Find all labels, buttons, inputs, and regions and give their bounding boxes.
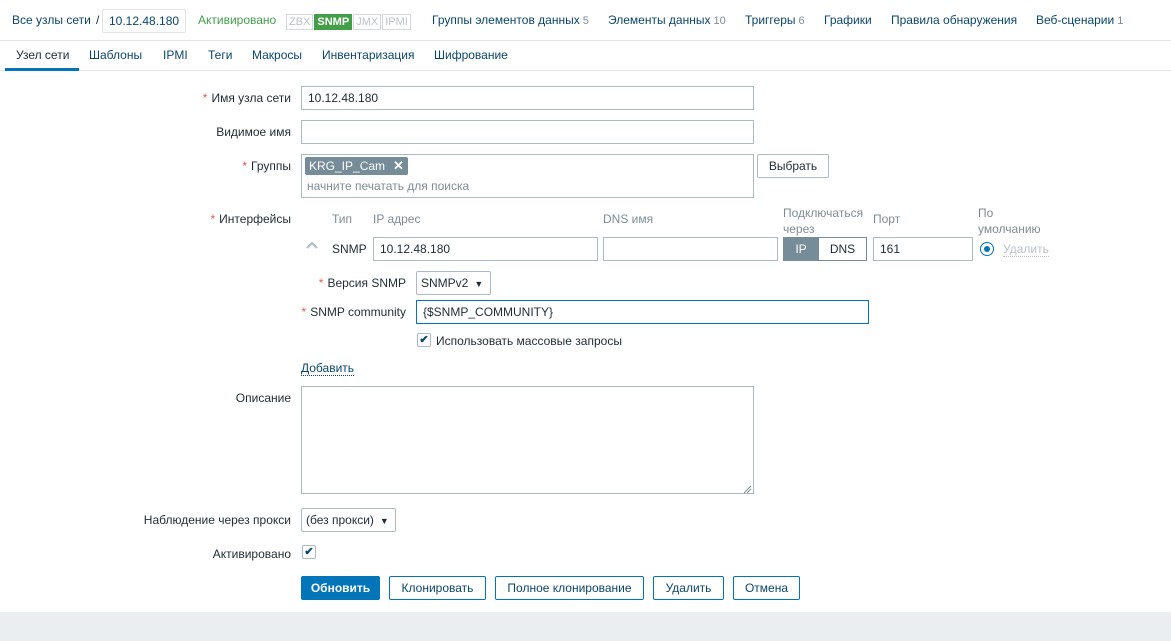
tab-inventory[interactable]: Инвентаризация: [322, 48, 414, 62]
full-clone-button[interactable]: Полное клонирование: [495, 576, 644, 600]
nav-triggers[interactable]: Триггеры 6: [745, 13, 805, 27]
chevron-down-icon: ▼: [474, 279, 484, 289]
ipmi-badge: IPMI: [382, 14, 411, 30]
nav-web-scenarios[interactable]: Веб-сценарии 1: [1036, 13, 1123, 27]
nav-item-groups-count: 5: [582, 15, 589, 27]
nav-item-groups-label: Группы элементов данных: [432, 13, 580, 27]
description-textarea[interactable]: [301, 386, 754, 494]
bulk-requests-label: Использовать массовые запросы: [436, 334, 622, 348]
iface-header-dns: DNS имя: [603, 212, 654, 226]
iface-header-port: Порт: [873, 212, 901, 226]
groups-label: * Группы: [242, 159, 291, 173]
proxy-select[interactable]: (без прокси) ▼: [301, 508, 396, 532]
nav-web-scenarios-label: Веб-сценарии: [1036, 13, 1115, 27]
host-name-input[interactable]: 10.12.48.180: [301, 86, 754, 110]
tab-host-label: Узел сети: [16, 48, 70, 62]
iface-dns-input[interactable]: [603, 237, 778, 261]
snmp-badge: SNMP: [314, 14, 353, 30]
nav-items-label: Элементы данных: [608, 13, 711, 27]
collapse-chevron-icon[interactable]: [305, 238, 319, 257]
add-interface-link[interactable]: Добавить: [301, 361, 355, 376]
groups-search-input[interactable]: начните печатать для поиска: [307, 179, 469, 193]
tab-host[interactable]: Узел сети: [5, 41, 79, 71]
bulk-requests-checkbox[interactable]: ✔: [417, 333, 431, 347]
zbx-badge: ZBX: [286, 14, 314, 30]
chevron-down-icon: ▼: [379, 516, 389, 526]
visible-name-label: Видимое имя: [216, 125, 291, 139]
cancel-button[interactable]: Отмена: [733, 576, 800, 600]
availability-badges: ZBX SNMP JMX IPMI: [286, 14, 412, 30]
iface-default-radio[interactable]: [980, 242, 994, 256]
snmp-version-label: * Версия SNMP: [318, 276, 406, 290]
update-button[interactable]: Обновить: [301, 576, 380, 600]
snmp-version-select[interactable]: SNMPv2 ▼: [416, 271, 491, 295]
iface-header-connect: Подключаться через: [783, 206, 864, 236]
nav-web-scenarios-count: 1: [1117, 15, 1124, 27]
group-tag: KRG_IP_Cam ✕: [305, 157, 408, 175]
nav-triggers-label: Триггеры: [745, 13, 796, 27]
enabled-checkbox[interactable]: ✔: [302, 545, 316, 559]
iface-port-input[interactable]: 161: [873, 237, 973, 261]
breadcrumb-current-host[interactable]: 10.12.48.180: [102, 9, 187, 33]
iface-header-default: По умолчанию: [978, 206, 1041, 236]
nav-items-count: 10: [713, 15, 726, 27]
tab-macros[interactable]: Макросы: [252, 48, 302, 62]
group-tag-label: KRG_IP_Cam: [309, 159, 386, 173]
nav-triggers-count: 6: [798, 15, 805, 27]
proxy-label: Наблюдение через прокси: [143, 513, 291, 527]
nav-items[interactable]: Элементы данных 10: [608, 13, 726, 27]
delete-button[interactable]: Удалить: [653, 576, 724, 600]
host-name-label: * Имя узла сети: [202, 91, 291, 105]
visible-name-input[interactable]: [301, 120, 754, 144]
interfaces-label: * Интерфейсы: [210, 212, 291, 226]
iface-remove-link[interactable]: Удалить: [1003, 242, 1049, 257]
tab-encryption[interactable]: Шифрование: [434, 48, 508, 62]
groups-select-button[interactable]: Выбрать: [757, 154, 829, 178]
tab-ipmi[interactable]: IPMI: [163, 48, 188, 62]
iface-type: SNMP: [332, 242, 367, 256]
breadcrumb-separator: /: [96, 13, 100, 27]
connect-ip-option[interactable]: IP: [783, 237, 819, 261]
clone-button[interactable]: Клонировать: [389, 576, 486, 600]
form-tabs: Узел сети Шаблоны IPMI Теги Макросы Инве…: [0, 41, 1171, 71]
snmp-community-input[interactable]: {$SNMP_COMMUNITY}: [416, 300, 869, 324]
host-status[interactable]: Активировано: [198, 13, 276, 27]
connect-dns-option[interactable]: DNS: [819, 237, 867, 261]
description-label: Описание: [235, 391, 291, 405]
tab-templates[interactable]: Шаблоны: [89, 48, 142, 62]
jmx-badge: JMX: [353, 14, 382, 30]
nav-item-groups[interactable]: Группы элементов данных 5: [432, 13, 589, 27]
iface-ip-input[interactable]: 10.12.48.180: [373, 237, 598, 261]
nav-graphs[interactable]: Графики: [824, 13, 872, 27]
nav-discovery-rules[interactable]: Правила обнаружения: [891, 13, 1017, 27]
iface-header-type: Тип: [332, 212, 353, 226]
iface-header-ip: IP адрес: [373, 212, 421, 226]
tab-tags[interactable]: Теги: [208, 48, 232, 62]
resize-handle-icon[interactable]: [743, 483, 752, 494]
iface-connect-toggle: IP DNS: [783, 237, 867, 261]
snmp-community-label: * SNMP community: [301, 305, 406, 319]
enabled-label: Активировано: [212, 547, 291, 561]
remove-tag-icon[interactable]: ✕: [393, 157, 404, 175]
host-navigation: Все узлы сети / 10.12.48.180 Активирован…: [0, 0, 1171, 41]
breadcrumb-all-hosts[interactable]: Все узлы сети: [12, 13, 91, 27]
